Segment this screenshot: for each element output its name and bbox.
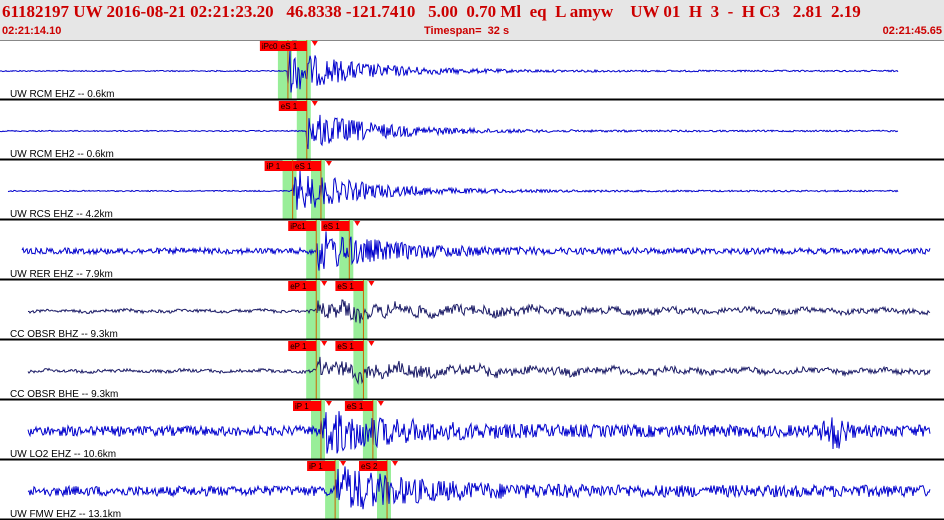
station-label: CC OBSR BHE -- 9.3km [10,389,118,400]
pick-label: iPc1 [290,222,306,231]
pick-marker-icon[interactable] [325,401,332,406]
pick-marker-icon[interactable] [368,341,375,346]
trace-row[interactable]: iP 1 eS 1 UW RCS EHZ -- 4.2km [0,160,944,221]
trace-row[interactable]: iPc0 eS 1 UW RCM EHZ -- 0.6km [0,40,944,101]
event-summary: 61182197 UW 2016-08-21 02:21:23.20 46.83… [2,2,861,21]
station-label: UW LO2 EHZ -- 10.6km [10,449,116,460]
waveform [27,356,931,385]
waveform [27,466,931,510]
pick-marker-icon[interactable] [377,401,384,406]
pick-label: eS 1 [295,162,312,171]
pick-label: iP 1 [295,402,309,411]
waveform [0,50,899,93]
pick-label: eS 1 [323,222,340,231]
station-label: CC OBSR BHZ -- 9.3km [10,329,118,340]
pick-label: eP 1 [290,282,307,291]
waveform [27,299,931,324]
trace-canvas[interactable]: iPc0 eS 1UW RCM EHZ -- 0.6kmeS 1UW RCM EH… [0,40,944,520]
pick-marker-icon[interactable] [392,461,399,466]
pick-marker-icon[interactable] [325,161,332,166]
station-label: UW FMW EHZ -- 13.1km [10,509,121,520]
trace-row[interactable]: eS 1 UW RCM EH2 -- 0.6km [0,100,944,161]
pick-label: iP 1 [309,462,323,471]
pick-marker-icon[interactable] [311,41,318,46]
waveform [21,231,931,271]
pick-label: eS 1 [281,102,298,111]
start-time: 02:21:14.10 [2,25,62,37]
pick-label: eS 1 [347,402,364,411]
pick-label: eS 1 [337,282,354,291]
waveform [27,411,931,454]
pick-marker-icon[interactable] [321,281,328,286]
event-header: 61182197 UW 2016-08-21 02:21:23.20 46.83… [0,0,944,41]
pick-label: iPc0 [262,42,278,51]
end-time: 02:21:45.65 [882,25,942,37]
station-label: UW RCM EHZ -- 0.6km [10,89,114,100]
trace-row[interactable]: iP 1 eS 1 UW LO2 EHZ -- 10.6km [0,400,944,461]
trace-row[interactable]: iPc1 eS 1 UW RER EHZ -- 7.9km [0,220,944,281]
waveform [0,114,899,150]
pick-label: eS 1 [281,42,298,51]
pick-marker-icon[interactable] [354,221,361,226]
pick-marker-icon[interactable] [321,341,328,346]
station-label: UW RER EHZ -- 7.9km [10,269,113,280]
trace-row[interactable]: eP 1 eS 1 CC OBSR BHZ -- 9.3km [0,280,944,341]
pick-marker-icon[interactable] [368,281,375,286]
pick-marker-icon[interactable] [311,101,318,106]
pick-label: eS 1 [337,342,354,351]
waveform [7,170,899,210]
pick-label: iP 1 [267,162,281,171]
trace-row[interactable]: eP 1 eS 1 CC OBSR BHE -- 9.3km [0,340,944,401]
station-label: UW RCS EHZ -- 4.2km [10,209,113,220]
station-label: UW RCM EH2 -- 0.6km [10,149,114,160]
trace-row[interactable]: iP 1 eS 2 UW FMW EHZ -- 13.1km [0,460,944,520]
seismogram-viewer: 61182197 UW 2016-08-21 02:21:23.20 46.83… [0,0,944,520]
timespan-label: Timespan= 32 s [424,25,510,37]
pick-label: eS 2 [361,462,378,471]
trace-panel[interactable]: iPc0 eS 1 UW RCM EHZ -- 0.6km eS 1 UW RCM EH… [0,40,944,520]
pick-label: eP 1 [290,342,307,351]
pick-marker-icon[interactable] [340,461,347,466]
